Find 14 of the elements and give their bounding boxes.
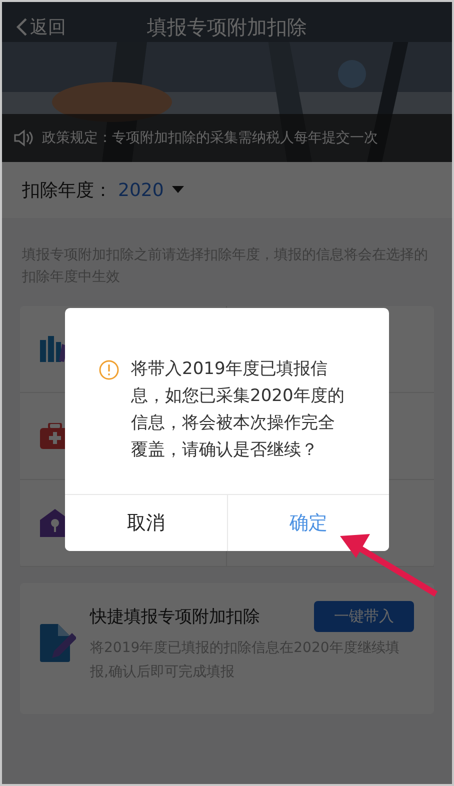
import-button[interactable]: 一键带入 [314, 601, 414, 632]
page-title: 填报专项附加扣除 [147, 14, 307, 38]
document-pen-icon [40, 624, 76, 662]
notice-text: 政策规定：专项附加扣除的采集需纳税人每年提交一次 [42, 129, 378, 147]
caret-icon [172, 186, 184, 194]
chevron-left-icon [16, 17, 28, 37]
year-label: 扣除年度： [22, 179, 112, 202]
confirm-button[interactable]: 确定 [226, 495, 389, 551]
back-button[interactable]: 返回 [16, 15, 66, 39]
year-dropdown[interactable]: 2020 [118, 180, 184, 200]
warning-icon [99, 360, 119, 380]
dialog-message: 将带入2019年度已填报信息，如您已采集2020年度的信息，将会被本次操作完全覆盖，请确认是否继续？ [131, 358, 345, 462]
speaker-icon [14, 129, 34, 147]
quick-fill-title: 快捷填报专项附加扣除 [90, 606, 260, 628]
